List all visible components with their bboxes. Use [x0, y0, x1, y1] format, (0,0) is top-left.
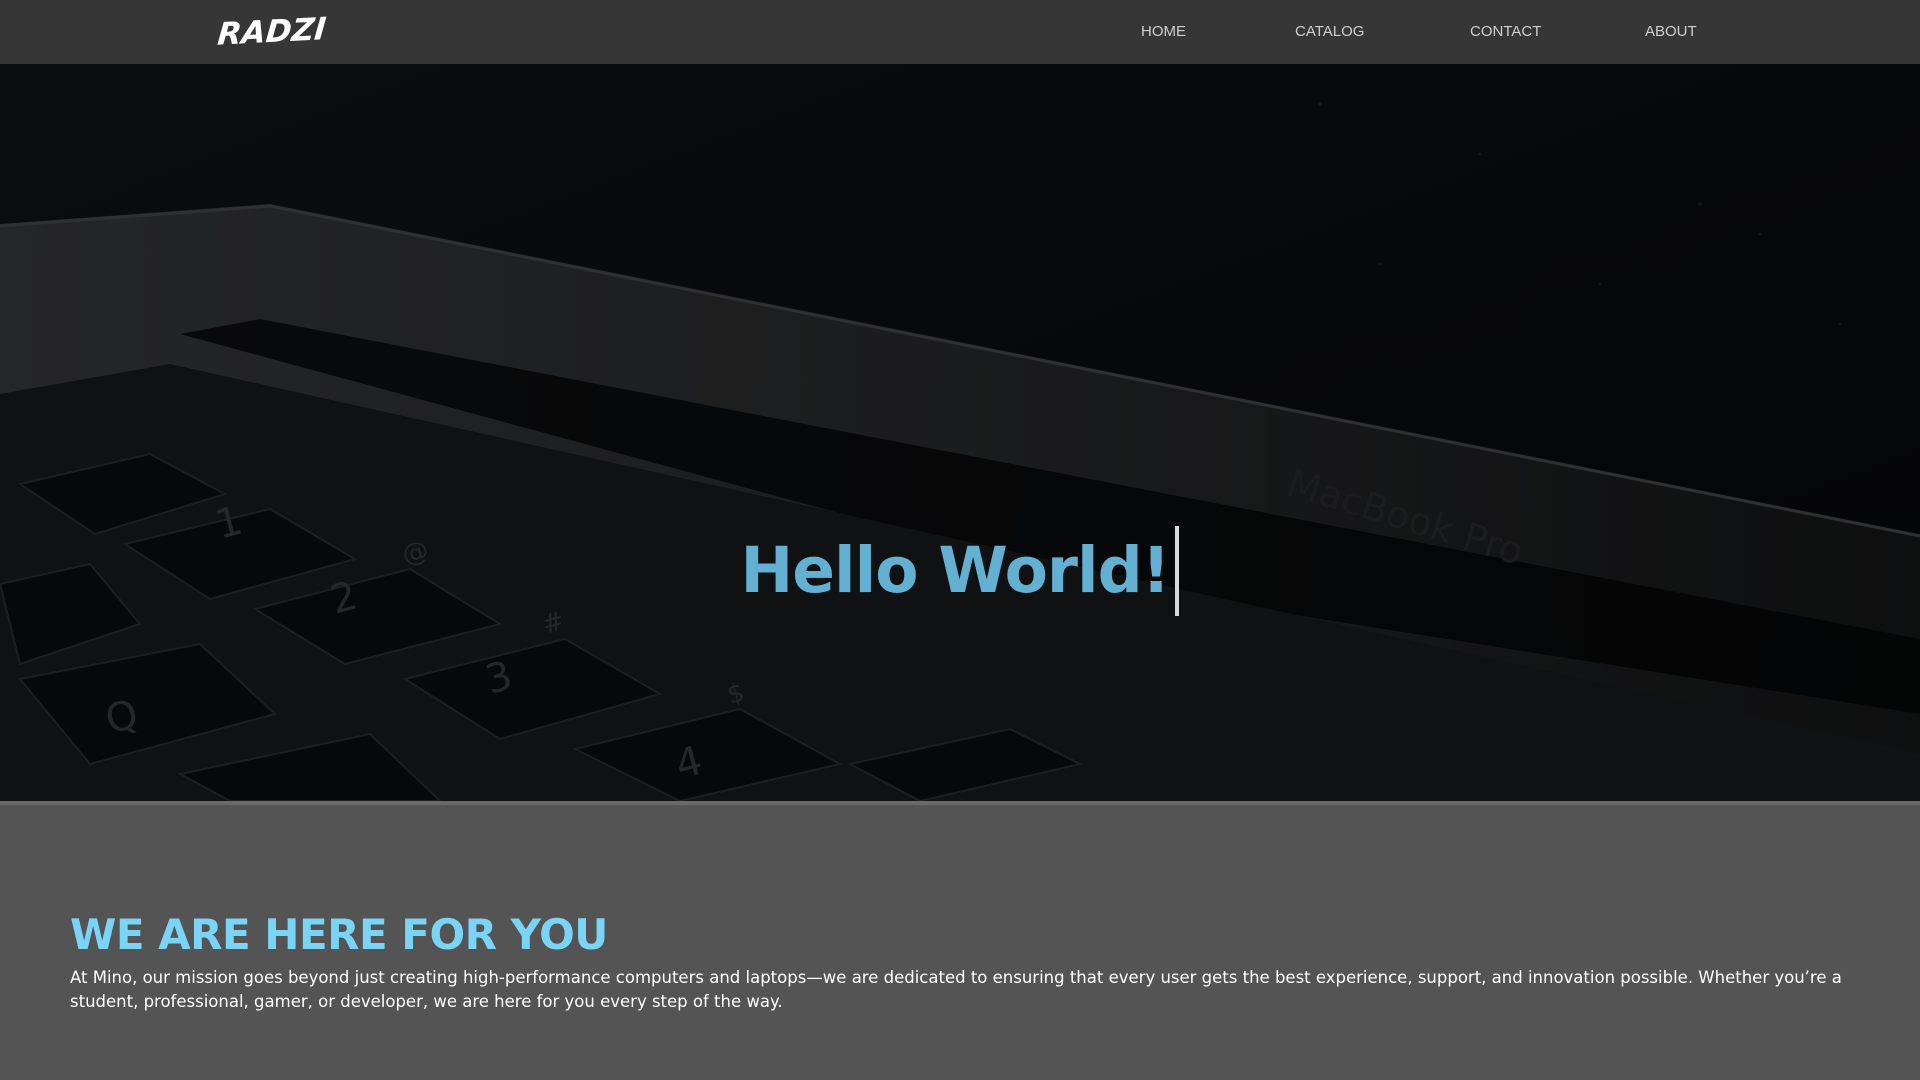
hero-section: 1 2 @ 3 # 4 $ Q MacBook Pro Hello World! — [0, 64, 1920, 801]
hero-title: Hello World! — [741, 526, 1180, 617]
main-nav: HOME CATALOG CONTACT ABOUT — [0, 0, 1920, 64]
about-description: At Mino, our mission goes beyond just cr… — [70, 968, 1842, 1011]
nav-link-home[interactable]: HOME — [1141, 22, 1186, 42]
nav-link-catalog[interactable]: CATALOG — [1295, 22, 1364, 42]
hero-title-container: Hello World! — [0, 484, 1920, 617]
top-navbar: RADZI HOME CATALOG CONTACT ABOUT — [0, 0, 1920, 64]
nav-link-about[interactable]: ABOUT — [1645, 22, 1697, 42]
about-section: WE ARE HERE FOR YOU At Mino, our mission… — [0, 805, 1920, 1080]
about-heading: WE ARE HERE FOR YOU — [70, 910, 608, 959]
nav-link-contact[interactable]: CONTACT — [1470, 22, 1541, 42]
hero-overlay — [0, 64, 1920, 801]
